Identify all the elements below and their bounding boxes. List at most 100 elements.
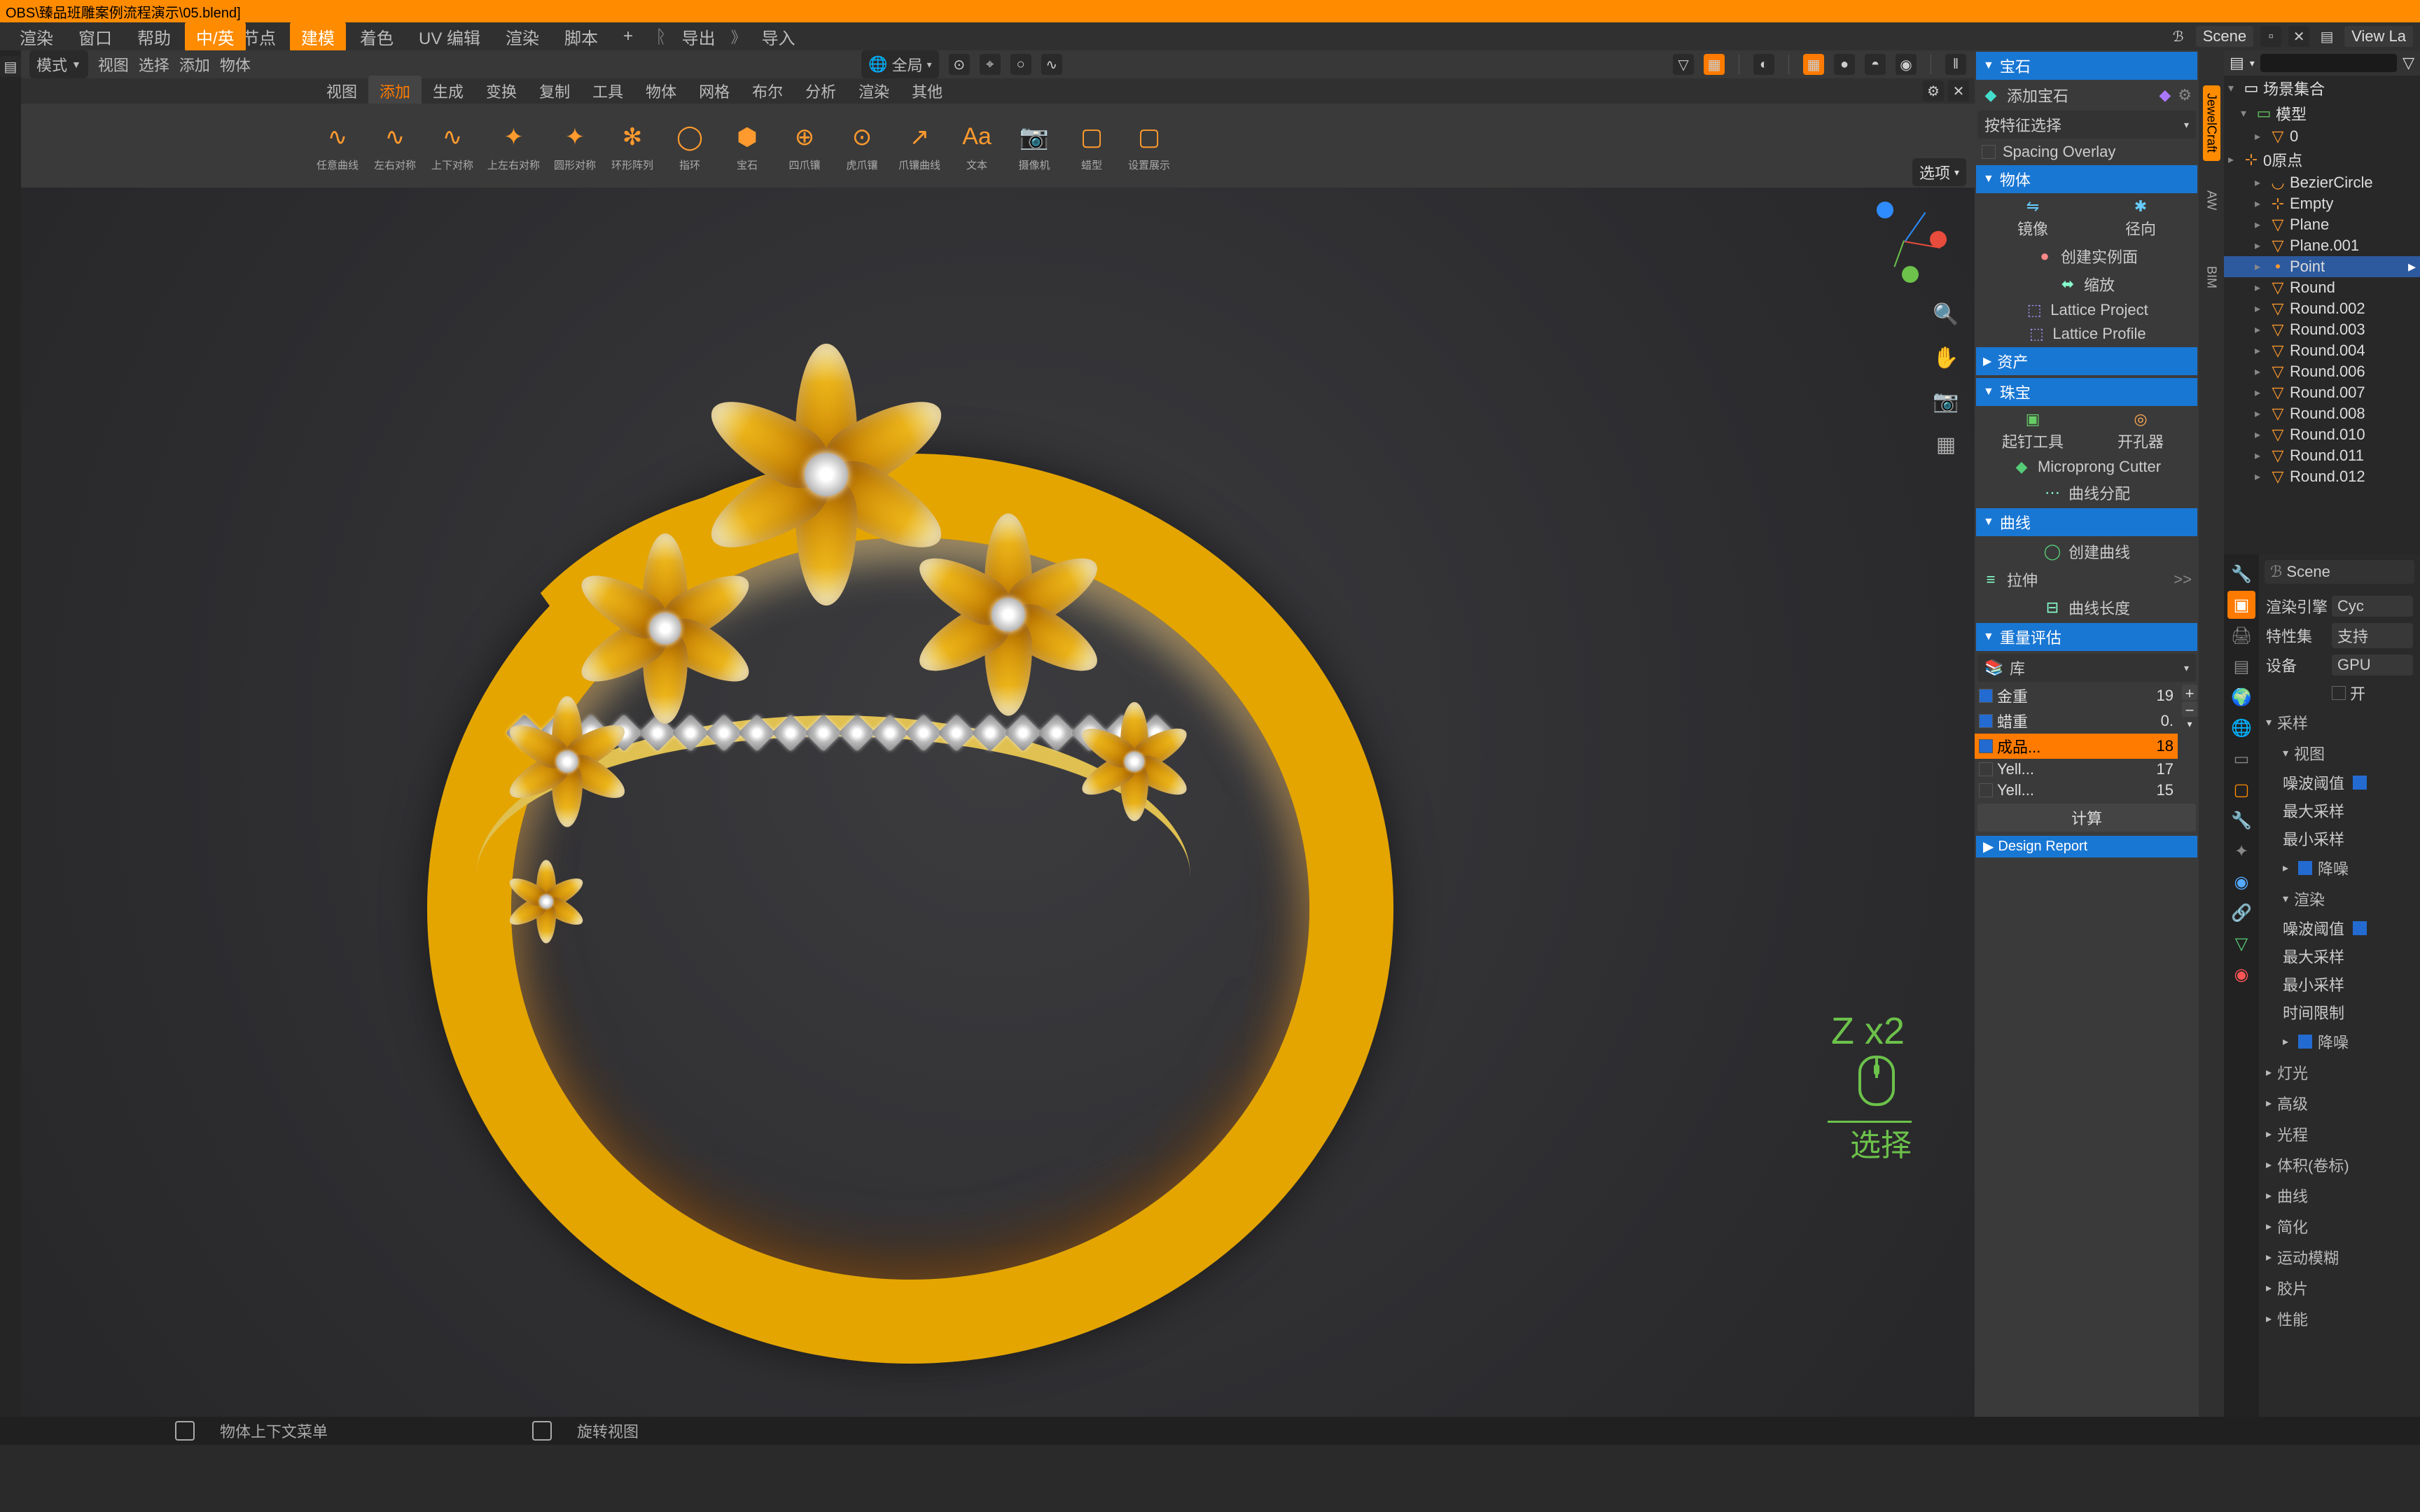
plus-icon[interactable]: +	[2182, 685, 2197, 700]
export-button[interactable]: 导出	[671, 22, 727, 52]
engine-value[interactable]: Cyc	[2332, 596, 2413, 617]
outliner-item[interactable]: ▸▽Round.012	[2224, 466, 2420, 487]
shelf-tab-other[interactable]: 其他	[900, 76, 954, 106]
shelf-tool[interactable]: ▢蜡型	[1069, 120, 1114, 172]
navigation-gizmo[interactable]	[1863, 202, 1947, 286]
collection-model-row[interactable]: ▾▭模型	[2224, 101, 2420, 126]
design-report-header[interactable]: ▶Design Report	[1976, 836, 2197, 858]
shelf-tool[interactable]: ⬢宝石	[725, 120, 770, 172]
prop-section[interactable]: ▸简化	[2265, 1211, 2414, 1242]
render-subsection[interactable]: ▾渲染	[2265, 883, 2414, 914]
tab-modeling[interactable]: 建模	[290, 22, 346, 52]
scene-select[interactable]: Scene	[2196, 26, 2253, 47]
viewlayer-select[interactable]: View La	[2344, 26, 2413, 47]
object-header[interactable]: ▼物体	[1976, 165, 2197, 193]
outliner-item[interactable]: ▸▽Round.007	[2224, 382, 2420, 403]
menu-help[interactable]: 帮助	[126, 22, 182, 52]
outliner-item[interactable]: ▸▽Round.011	[2224, 445, 2420, 466]
shelf-tool[interactable]: ✦上左右对称	[487, 120, 540, 172]
shading-wire-icon[interactable]: ▦	[1803, 54, 1824, 75]
shelf-tool[interactable]: ◯指环	[667, 120, 712, 172]
shelf-tool[interactable]: Aa文本	[954, 120, 999, 172]
chevron-down-icon[interactable]: ▾	[2250, 57, 2255, 69]
lattice-project-button[interactable]: ⬚Lattice Project	[1975, 298, 2199, 322]
prop-tab-material[interactable]: ◉	[2227, 960, 2255, 988]
prop-tab-particle[interactable]: ✦	[2227, 837, 2255, 865]
shelf-gear-icon[interactable]: ⚙	[1923, 80, 1944, 102]
prop-section[interactable]: ▸灯光	[2265, 1057, 2414, 1088]
shelf-tab-copy[interactable]: 复制	[528, 76, 581, 106]
vp-menu-select[interactable]: 选择	[139, 53, 169, 76]
prop-section[interactable]: ▸降噪	[2265, 1026, 2414, 1057]
prop-tab-collection[interactable]: ▭	[2227, 745, 2255, 773]
gear-icon[interactable]: ⚙	[2178, 86, 2192, 104]
tab-bim[interactable]: BIM	[2203, 239, 2220, 315]
checkbox-icon[interactable]	[1982, 145, 1996, 159]
prop-tab-tool[interactable]: 🔧	[2227, 560, 2255, 588]
import-button[interactable]: 导入	[751, 22, 807, 52]
zoom-icon[interactable]: 🔍	[1931, 300, 1961, 329]
shelf-tab-add[interactable]: 添加	[368, 76, 422, 106]
prop-section[interactable]: ▸运动模糊	[2265, 1242, 2414, 1273]
outliner-item[interactable]: ▸•Point▸	[2224, 256, 2420, 277]
grid-icon[interactable]: ▦	[1931, 430, 1961, 459]
scene-delete-icon[interactable]: ✕	[2288, 26, 2309, 47]
outliner-item[interactable]: ▸▽Round.006	[2224, 361, 2420, 382]
prop-tab-output[interactable]: 🖨	[2227, 622, 2255, 650]
shelf-tool[interactable]: ∿任意曲线	[315, 120, 360, 172]
tab-aw[interactable]: AW	[2203, 162, 2220, 238]
chevron-down-icon[interactable]: ▾	[2182, 718, 2197, 734]
outliner-editor-icon[interactable]: ▤	[2230, 54, 2244, 72]
denoise-viewport-section[interactable]: ▸降噪	[2265, 853, 2414, 883]
outliner-item[interactable]: ▸▽Round.004	[2224, 340, 2420, 361]
axis-x-icon[interactable]	[1930, 231, 1947, 248]
mode-dropdown[interactable]: 模式▼	[29, 50, 88, 78]
menu-window[interactable]: 窗口	[67, 22, 123, 52]
shelf-tab-tool[interactable]: 工具	[581, 76, 634, 106]
nail-tool-button[interactable]: ▣起钉工具	[1979, 410, 2087, 452]
tab-render[interactable]: 渲染	[494, 22, 550, 52]
outliner-item[interactable]: ▸▽Round.002	[2224, 298, 2420, 319]
checkbox-icon[interactable]	[1979, 689, 1993, 703]
prop-tab-render[interactable]: ▣	[2227, 591, 2255, 619]
prop-tab-modifier[interactable]: 🔧	[2227, 806, 2255, 834]
shelf-close-icon[interactable]: ✕	[1948, 80, 1969, 102]
prop-section[interactable]: ▸体积(卷标)	[2265, 1149, 2414, 1180]
outliner-item[interactable]: ▸▽Plane	[2224, 214, 2420, 235]
scene-new-icon[interactable]: ▫	[2260, 26, 2281, 47]
pivot-icon[interactable]: ⊙	[949, 54, 970, 75]
prop-tab-viewlayer[interactable]: ▤	[2227, 652, 2255, 680]
device-value[interactable]: GPU	[2332, 654, 2413, 676]
outliner-item[interactable]: ▸⊹0原点	[2224, 147, 2420, 172]
scene-collection-row[interactable]: ▾▭场景集合	[2224, 76, 2420, 101]
prop-section[interactable]: ▸曲线	[2265, 1180, 2414, 1211]
tab-shading[interactable]: 着色	[349, 22, 405, 52]
instance-button[interactable]: ●创建实例面	[1975, 242, 2199, 270]
shelf-tool[interactable]: 📷摄像机	[1012, 120, 1057, 172]
outliner-item[interactable]: ▸◡BezierCircle	[2224, 172, 2420, 193]
hand-icon[interactable]: ✋	[1931, 343, 1961, 372]
select-by-trait[interactable]: 按特征选择▾	[1977, 111, 2196, 139]
weight-library-select[interactable]: 📚库▾	[1977, 654, 2196, 682]
weight-row[interactable]: Yell...15	[1975, 780, 2178, 801]
checkbox-icon[interactable]	[1979, 783, 1993, 797]
camera-icon[interactable]: 📷	[1931, 386, 1961, 416]
viewport-section[interactable]: ▾视图	[2265, 738, 2414, 769]
checkbox-on-icon[interactable]	[2298, 1035, 2312, 1049]
shelf-tab-generate[interactable]: 生成	[422, 76, 475, 106]
curve-length-button[interactable]: ⊟曲线长度	[1975, 594, 2199, 622]
shelf-tool[interactable]: ✦圆形对称	[552, 120, 597, 172]
checkbox-icon[interactable]	[1979, 714, 1993, 728]
outliner-item[interactable]: ▸▽0	[2224, 126, 2420, 147]
shelf-tab-analyze[interactable]: 分析	[794, 76, 847, 106]
gem-header[interactable]: ▼宝石	[1976, 52, 2197, 80]
filter-icon[interactable]: ▽	[2402, 54, 2414, 72]
pause-icon[interactable]: ‖	[1945, 54, 1966, 75]
lang-toggle[interactable]: 中/英	[185, 22, 246, 52]
prop-tab-world[interactable]: 🌐	[2227, 714, 2255, 742]
outliner-item[interactable]: ▸▽Round.003	[2224, 319, 2420, 340]
snap-icon[interactable]: ⌖	[980, 54, 1001, 75]
curve-icon[interactable]: ∿	[1041, 54, 1062, 75]
scene-breadcrumb[interactable]: ℬ Scene	[2265, 560, 2414, 584]
gizmo-icon[interactable]: ◐	[1753, 54, 1774, 75]
